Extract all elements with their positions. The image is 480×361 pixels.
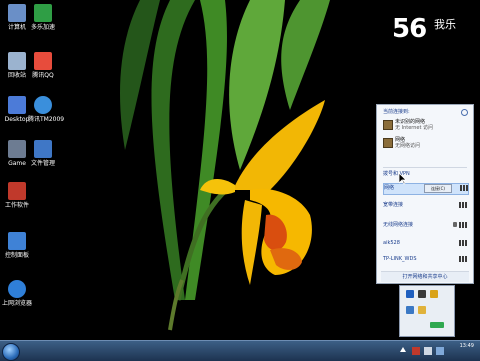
desktop-icon-control-panel[interactable]: 控制面板 [2,232,32,272]
tray-overflow-popup [399,285,455,337]
recycle-bin-icon [8,52,26,70]
network-icon [383,138,393,148]
wifi-network-item[interactable]: 无线网络连接 [383,221,467,231]
watermark-logo: 56 我乐 [392,14,472,44]
signal-strength-icon [459,222,467,228]
shield-icon[interactable] [430,290,438,298]
wifi-network-item[interactable]: 网络 连接(C) [383,183,469,195]
refresh-icon[interactable] [461,109,468,116]
connection-status: 无 Internet 访问 [395,125,434,131]
signal-strength-icon [460,185,468,191]
desktop-icon-label: 工作软件 [4,202,29,209]
connection-status: 无网络访问 [395,143,421,149]
file-manager-icon [34,140,52,158]
desktop-folder-icon [8,96,26,114]
keyboard-icon[interactable] [412,347,420,355]
desktop-icon-label: 多乐加速 [30,24,55,31]
work-software-icon [8,182,26,200]
accelerator-icon [34,4,52,22]
connection-item[interactable]: 网络 无网络访问 [383,137,467,151]
bluetooth-icon[interactable] [406,290,414,298]
browser-icon [8,280,26,298]
connection-item[interactable]: 未识别的网络 无 Internet 访问 [383,119,467,133]
watermark-brand: 我乐 [434,18,456,31]
qq-tray-icon[interactable] [418,290,426,298]
mouse-cursor-icon [399,173,407,185]
clock-time: 13:49 [459,343,474,349]
desktop-icon-file-manager[interactable]: 文件管理 [28,140,58,180]
open-network-center-link[interactable]: 打开网络和共享中心 [381,271,469,282]
wifi-network-name: TP-LINK_WDS [383,256,417,262]
clock[interactable]: 13:49 [460,343,474,350]
wifi-network-item[interactable]: 宽带连接 [383,201,467,211]
signal-strength-icon [459,202,467,208]
volume-icon[interactable] [424,347,432,355]
desktop-icon-label: 上网浏览器 [2,300,33,307]
wifi-network-item[interactable]: aik528 [383,239,467,249]
desktop: 计算机 回收站 Desktop Game 工作软件 控制面板 上网浏览器 多乐加… [0,0,480,340]
wifi-network-name: aik528 [383,240,400,246]
divider [383,167,467,168]
network-status-icon[interactable] [436,347,444,355]
show-hidden-icons-icon[interactable] [400,347,406,352]
network-tray-icon[interactable] [406,306,414,314]
wifi-network-name: 无线网络连接 [383,222,414,228]
network-icon [383,120,393,130]
app-tray-icon[interactable] [418,306,426,314]
signal-strength-icon [459,256,467,262]
desktop-icon-accelerator[interactable]: 多乐加速 [28,4,58,44]
wifi-network-item[interactable]: TP-LINK_WDS [383,255,467,265]
game-icon [8,140,26,158]
control-panel-icon [8,232,26,250]
desktop-icon-qq[interactable]: 腾讯QQ [28,52,58,92]
desktop-icon-label: 腾讯QQ [32,72,54,79]
watermark-number: 56 [392,14,427,44]
desktop-icon-label: 腾讯TM2009 [28,116,65,123]
desktop-icon-label: 文件管理 [30,160,55,167]
desktop-icon-tm2009[interactable]: 腾讯TM2009 [28,96,65,136]
tm-icon [34,96,52,114]
connect-button[interactable]: 连接(C) [424,184,452,193]
desktop-icon-work-software[interactable]: 工作软件 [2,182,32,222]
system-tray: 13:49 [396,341,480,361]
battery-icon[interactable] [430,322,444,328]
popup-title: 当前连接到: [383,109,410,115]
qq-icon [34,52,52,70]
taskbar: 13:49 [0,340,480,361]
desktop-icon-browser[interactable]: 上网浏览器 [2,280,32,320]
computer-icon [8,4,26,22]
signal-strength-icon [459,240,467,246]
network-popup: 当前连接到: 未识别的网络 无 Internet 访问 网络 无网络访问 拨号和… [376,104,474,284]
start-button[interactable] [2,343,20,361]
desktop-icon-label: 控制面板 [4,252,29,259]
lock-icon [453,222,457,227]
wifi-network-name: 网络 [384,185,395,191]
wifi-network-name: 宽带连接 [383,202,404,208]
